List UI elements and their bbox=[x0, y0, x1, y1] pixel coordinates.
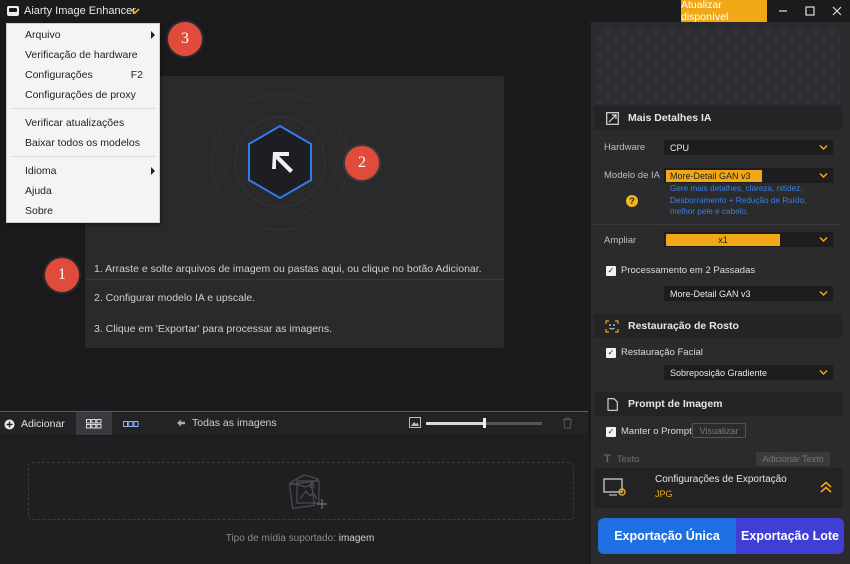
step-2-text: 2. Configurar modelo IA e upscale. bbox=[94, 292, 256, 304]
image-size-icon bbox=[409, 417, 421, 431]
ai-model-label: Modelo de IA bbox=[604, 170, 660, 181]
zoom-slider[interactable] bbox=[426, 418, 542, 428]
trash-icon[interactable] bbox=[562, 417, 573, 432]
step-badge-2: 2 bbox=[345, 146, 379, 180]
zoom-slider-handle[interactable] bbox=[483, 418, 486, 428]
app-menu: Arquivo Verificação de hardware Configur… bbox=[6, 23, 160, 223]
ai-model-select[interactable]: More-Detail GAN v3 bbox=[663, 167, 834, 184]
update-available-button[interactable]: Atualizar disponível bbox=[681, 0, 767, 23]
all-images-label: Todas as imagens bbox=[192, 417, 277, 429]
text-label: Texto bbox=[616, 453, 640, 465]
step-badge-3: 3 bbox=[168, 22, 202, 56]
menu-separator bbox=[11, 108, 155, 109]
filmstrip-view-icon[interactable] bbox=[113, 412, 149, 435]
upscale-value: x1 bbox=[666, 233, 780, 246]
step-1-text: 1. Arraste e solte arquivos de imagem ou… bbox=[94, 263, 482, 275]
text-row: T Texto bbox=[604, 453, 639, 465]
add-image-hex-icon[interactable] bbox=[210, 92, 350, 232]
help-icon[interactable]: ? bbox=[626, 195, 638, 207]
face-restore-label: Restauração Facial bbox=[621, 347, 703, 358]
media-value: imagem bbox=[338, 533, 375, 544]
menu-item-help[interactable]: Ajuda bbox=[25, 185, 52, 197]
export-settings-label: Configurações de Exportação bbox=[655, 474, 787, 485]
step-3-text: 3. Clique em 'Exportar' para processar a… bbox=[94, 323, 333, 335]
face-mode-value: Sobreposição Gradiente bbox=[670, 367, 768, 378]
menu-item-check-updates[interactable]: Verificar atualizações bbox=[25, 117, 124, 129]
checkbox-checked-icon: ✓ bbox=[606, 265, 616, 276]
menu-shortcut: F2 bbox=[130, 69, 143, 81]
arrow-left-icon bbox=[177, 419, 185, 427]
two-pass-model-value: More-Detail GAN v3 bbox=[670, 288, 751, 299]
two-pass-label: Processamento em 2 Passadas bbox=[621, 265, 756, 276]
menu-item-arquivo[interactable]: Arquivo bbox=[25, 29, 61, 41]
ai-details-header[interactable]: Mais Detalhes IA bbox=[594, 106, 842, 130]
minimize-icon[interactable] bbox=[770, 0, 796, 22]
menu-item-proxy[interactable]: Configurações de proxy bbox=[25, 89, 136, 101]
export-settings-icon bbox=[603, 478, 627, 501]
face-icon bbox=[602, 319, 622, 333]
two-pass-model-select[interactable]: More-Detail GAN v3 bbox=[663, 285, 834, 302]
face-restore-checkbox[interactable]: ✓ Restauração Facial bbox=[606, 347, 703, 358]
chevron-down-icon bbox=[819, 144, 828, 151]
export-single-button[interactable]: Exportação Única bbox=[598, 518, 736, 554]
ai-details-title: Mais Detalhes IA bbox=[628, 112, 712, 124]
export-format: JPG bbox=[655, 489, 673, 499]
upscale-select[interactable]: x1 bbox=[663, 231, 834, 248]
image-prompt-header[interactable]: Prompt de Imagem bbox=[594, 392, 842, 416]
submenu-arrow-icon bbox=[151, 31, 155, 39]
face-restore-title: Restauração de Rosto bbox=[628, 320, 739, 332]
media-prefix: Tipo de mídia suportado: bbox=[225, 533, 336, 544]
menu-item-download-models[interactable]: Baixar todos os modelos bbox=[25, 137, 140, 149]
step-badge-1: 1 bbox=[45, 258, 79, 292]
chevron-double-up-icon[interactable] bbox=[819, 480, 833, 497]
view-prompt-button[interactable]: Visualizar bbox=[692, 423, 746, 438]
add-button-label: Adicionar bbox=[21, 418, 65, 430]
chevron-down-icon bbox=[819, 172, 828, 179]
menu-separator bbox=[11, 156, 155, 157]
checkbox-checked-icon: ✓ bbox=[606, 426, 616, 437]
document-icon bbox=[602, 397, 622, 411]
submenu-arrow-icon bbox=[151, 167, 155, 175]
upscale-label: Ampliar bbox=[604, 235, 637, 246]
all-images-filter[interactable]: Todas as imagens bbox=[176, 417, 277, 429]
menu-item-language[interactable]: Idioma bbox=[25, 165, 57, 177]
keep-prompt-label: Manter o Prompt bbox=[621, 426, 692, 437]
close-icon[interactable] bbox=[824, 0, 850, 22]
maximize-icon[interactable] bbox=[797, 0, 823, 22]
text-icon: T bbox=[604, 453, 611, 465]
chevron-down-icon bbox=[819, 369, 828, 376]
ai-model-description: Gere mais detalhes, clareza, nitidez. De… bbox=[670, 184, 807, 216]
image-prompt-title: Prompt de Imagem bbox=[628, 398, 723, 410]
add-text-button[interactable]: Adicionar Texto bbox=[756, 452, 830, 466]
divider bbox=[85, 279, 504, 280]
plus-icon bbox=[4, 419, 15, 429]
face-restore-header[interactable]: Restauração de Rosto bbox=[594, 314, 842, 338]
app-logo-icon[interactable] bbox=[6, 4, 20, 18]
preview-thumbnail-grid bbox=[596, 28, 840, 104]
export-batch-button[interactable]: Exportação Lote bbox=[736, 518, 844, 554]
checkbox-checked-icon: ✓ bbox=[606, 347, 616, 358]
chevron-down-icon bbox=[819, 236, 828, 243]
hardware-select[interactable]: CPU bbox=[663, 139, 834, 156]
menu-item-hardware-check[interactable]: Verificação de hardware bbox=[25, 49, 138, 61]
chevron-down-icon[interactable] bbox=[127, 3, 143, 19]
app-title[interactable]: Aiarty Image Enhancer bbox=[24, 5, 136, 17]
add-images-icon[interactable] bbox=[282, 471, 332, 516]
face-mode-select[interactable]: Sobreposição Gradiente bbox=[663, 364, 834, 381]
two-pass-checkbox[interactable]: ✓ Processamento em 2 Passadas bbox=[606, 265, 755, 276]
gallery-toolbar: Adicionar Todas as imagens bbox=[0, 411, 588, 435]
hardware-label: Hardware bbox=[604, 142, 646, 153]
enhance-icon bbox=[602, 111, 622, 125]
chevron-down-icon bbox=[819, 290, 828, 297]
zoom-slider-fill bbox=[426, 422, 484, 425]
supported-media-label: Tipo de mídia suportado: imagem bbox=[0, 533, 600, 544]
divider bbox=[594, 224, 842, 225]
grid-view-icon[interactable] bbox=[76, 412, 112, 435]
menu-item-settings[interactable]: Configurações bbox=[25, 69, 93, 81]
hardware-value: CPU bbox=[670, 142, 690, 153]
keep-prompt-checkbox[interactable]: ✓ Manter o Prompt bbox=[606, 426, 692, 437]
ai-model-value: More-Detail GAN v3 bbox=[666, 169, 762, 182]
menu-item-about[interactable]: Sobre bbox=[25, 205, 53, 217]
add-button[interactable]: Adicionar bbox=[4, 416, 65, 432]
